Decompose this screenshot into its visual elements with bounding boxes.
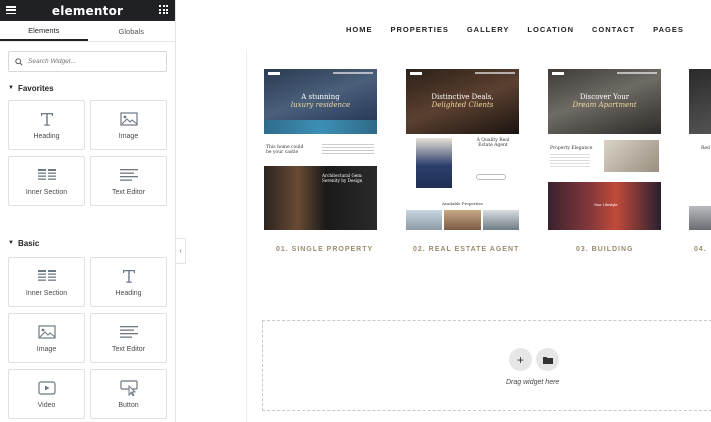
card-thumbnail — [689, 69, 711, 134]
widget-text-editor[interactable]: Text Editor — [90, 313, 167, 363]
nav-contact[interactable]: CONTACT — [592, 25, 635, 34]
add-template-button[interactable] — [536, 348, 559, 371]
inner-section-icon — [37, 166, 56, 184]
text-editor-icon — [119, 323, 138, 341]
template-card-real-estate-agent[interactable]: Distinctive Deals, Delighted Clients A Q… — [406, 69, 519, 230]
caret-down-icon: ▼ — [8, 85, 14, 91]
tab-globals[interactable]: Globals — [88, 21, 176, 41]
template-card-single-property[interactable]: A stunning luxury residence This home co… — [264, 69, 377, 230]
card-thumbnail: Distinctive Deals, Delighted Clients — [406, 69, 519, 134]
nav-gallery[interactable]: GALLERY — [467, 25, 510, 34]
nav-properties[interactable]: PROPERTIES — [391, 25, 449, 34]
heading-icon — [39, 110, 55, 128]
search-box — [8, 51, 167, 72]
basic-title: Basic — [17, 238, 40, 248]
favorites-title: Favorites — [17, 83, 54, 93]
elementor-logo: elementor — [51, 3, 124, 18]
collapse-panel-chevron-icon[interactable]: ‹ — [176, 238, 186, 264]
add-section-button[interactable]: + — [509, 348, 532, 371]
card-label-building[interactable]: 03. BUILDING — [576, 246, 634, 253]
card-label-partial[interactable]: 04. — [694, 246, 707, 253]
hamburger-menu-icon[interactable] — [6, 6, 16, 14]
plus-icon: + — [516, 352, 524, 367]
image-icon — [119, 110, 138, 128]
nav-pages[interactable]: PAGES — [653, 25, 684, 34]
favorites-header[interactable]: ▼ Favorites — [0, 82, 175, 94]
image-icon — [37, 323, 56, 341]
widget-panel: elementor Elements Globals ▼ Favorites H… — [0, 0, 176, 422]
widget-image[interactable]: Image — [8, 313, 85, 363]
drop-zone-text: Drag widget here — [506, 379, 560, 386]
widget-heading[interactable]: Heading — [90, 257, 167, 307]
template-card-building[interactable]: Discover Your Dream Apartment Property E… — [548, 69, 661, 230]
card-label-single-property[interactable]: 01. SINGLE PROPERTY — [276, 246, 373, 253]
heading-icon — [121, 267, 137, 285]
editor-root: elementor Elements Globals ▼ Favorites H… — [0, 0, 711, 422]
search-input[interactable] — [28, 58, 148, 65]
search-icon — [15, 57, 23, 66]
widget-video[interactable]: Video — [8, 369, 85, 419]
site-nav: HOME PROPERTIES GALLERY LOCATION CONTACT… — [346, 25, 702, 34]
page-canvas: HOME PROPERTIES GALLERY LOCATION CONTACT… — [186, 0, 711, 422]
caret-down-icon: ▼ — [8, 240, 14, 246]
folder-icon — [542, 356, 553, 364]
tab-elements[interactable]: Elements — [0, 21, 88, 41]
card-thumbnail: A stunning luxury residence — [264, 69, 377, 134]
apps-grid-icon[interactable] — [159, 5, 168, 14]
nav-location[interactable]: LOCATION — [527, 25, 574, 34]
widget-image[interactable]: Image — [90, 100, 167, 150]
panel-header: elementor — [0, 0, 175, 21]
card-thumbnail: Discover Your Dream Apartment — [548, 69, 661, 134]
nav-home[interactable]: HOME — [346, 25, 373, 34]
widget-heading[interactable]: Heading — [8, 100, 85, 150]
widget-inner-section[interactable]: Inner Section — [8, 156, 85, 206]
favorites-grid: Heading Image Inner Section Text Editor — [0, 100, 175, 206]
drop-zone[interactable]: + Drag widget here — [262, 320, 711, 411]
video-icon — [37, 379, 56, 397]
inner-section-icon — [37, 267, 56, 285]
card-label-real-estate-agent[interactable]: 02. REAL ESTATE AGENT — [413, 246, 519, 253]
basic-grid: Inner Section Heading Image Text Editor — [0, 257, 167, 419]
widget-inner-section[interactable]: Inner Section — [8, 257, 85, 307]
text-editor-icon — [119, 166, 138, 184]
widget-text-editor[interactable]: Text Editor — [90, 156, 167, 206]
button-icon — [119, 379, 138, 397]
widget-button[interactable]: Button — [90, 369, 167, 419]
panel-tabs: Elements Globals — [0, 21, 175, 42]
template-card-partial[interactable]: Red — [689, 69, 711, 230]
basic-header[interactable]: ▼ Basic — [0, 237, 39, 249]
